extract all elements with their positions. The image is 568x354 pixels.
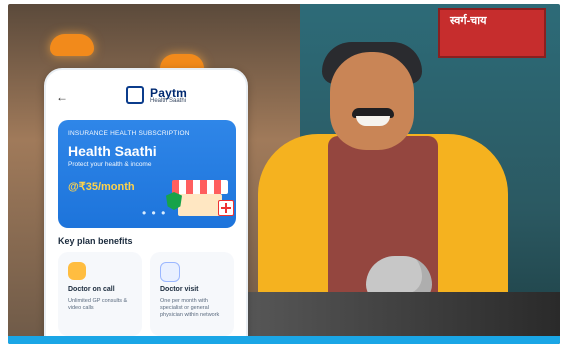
- awning: [172, 180, 228, 194]
- medical-cross-icon: [218, 200, 234, 216]
- card-tagline: Protect your health & income: [68, 161, 152, 168]
- hanging-lamps: [44, 10, 244, 76]
- paytm-logo: Paytm Health Saathi: [126, 86, 187, 104]
- advert-frame: स्वर्ग-चाय ← Paytm Health Saathi INSURAN…: [8, 4, 560, 344]
- shop-sign-text: स्वर्ग-चाय: [450, 15, 487, 27]
- card-tag: INSURANCE HEALTH SUBSCRIPTION: [68, 130, 190, 137]
- card-title: Health Saathi: [68, 143, 157, 159]
- doctor-call-icon: [68, 262, 86, 280]
- benefit-card-doctor-visit[interactable]: Doctor visit One per month with speciali…: [150, 252, 234, 336]
- carousel-dots: • • •: [142, 206, 167, 220]
- phone-mockup: ← Paytm Health Saathi INSURANCE HEALTH S…: [44, 68, 248, 344]
- benefit-description: One per month with specialist or general…: [160, 298, 220, 318]
- benefits-title: Key plan benefits: [58, 236, 133, 246]
- paytm-shield-icon: [126, 86, 144, 104]
- back-arrow-icon[interactable]: ←: [56, 90, 68, 104]
- benefit-description: Unlimited GP consults & video calls: [68, 298, 128, 311]
- phone-header: ← Paytm Health Saathi: [46, 70, 246, 118]
- lamp: [50, 34, 94, 56]
- benefit-label: Doctor on call: [68, 286, 115, 293]
- doctor-visit-icon: [160, 262, 180, 282]
- benefit-card-doctor-on-call[interactable]: Doctor on call Unlimited GP consults & v…: [58, 252, 142, 336]
- bottom-accent-bar: [8, 336, 560, 344]
- stall-illustration: [166, 172, 234, 218]
- vendor-head: [330, 52, 414, 150]
- paytm-brand-subtitle: Health Saathi: [150, 98, 187, 104]
- health-saathi-card[interactable]: INSURANCE HEALTH SUBSCRIPTION Health Saa…: [58, 120, 236, 228]
- benefit-label: Doctor visit: [160, 286, 199, 293]
- vendor-smile: [356, 116, 390, 126]
- stall: [178, 194, 222, 216]
